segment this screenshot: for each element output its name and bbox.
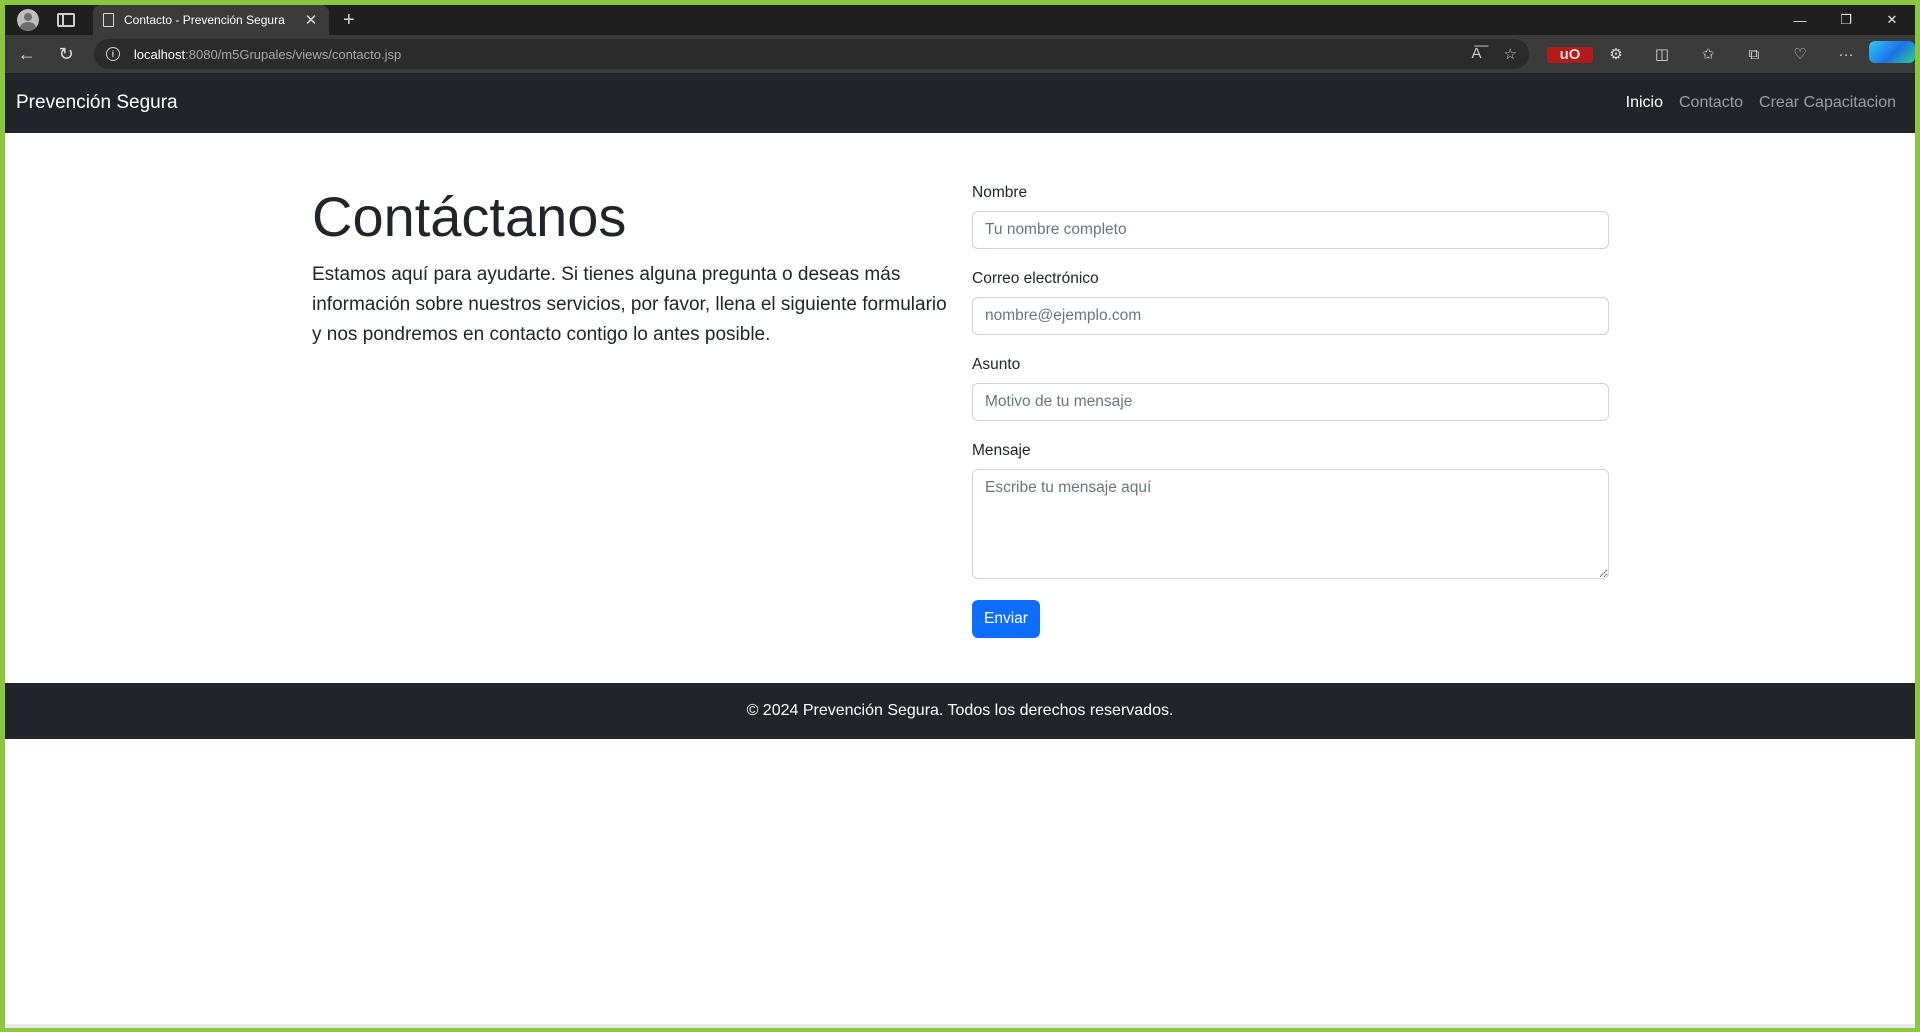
asunto-label: Asunto [972,356,1021,373]
favorite-star-icon[interactable]: ☆ [1504,45,1517,63]
nombre-input[interactable] [972,211,1609,249]
field-nombre: Nombre [972,183,1609,249]
brand-logo[interactable]: Prevención Segura [16,92,178,114]
correo-label: Correo electrónico [972,270,1099,287]
split-screen-icon[interactable]: ◫ [1639,45,1685,63]
address-bar-actions: A͞ ☆ [1472,45,1517,63]
nav-link-inicio[interactable]: Inicio [1618,94,1671,112]
intro-text: Estamos aquí para ayudarte. Si tienes al… [312,264,947,346]
browser-toolbar: ← ↻ i localhost:8080/m5Grupales/views/co… [5,35,1915,73]
nav-link-contacto[interactable]: Contacto [1671,94,1751,112]
tab-strip: Contacto - Prevención Segura ✕ + — ❐ ✕ [5,5,1915,35]
url-host: localhost [133,46,186,62]
more-icon[interactable]: ··· [1823,46,1869,63]
nombre-label: Nombre [972,184,1028,201]
enviar-button[interactable]: Enviar [972,600,1040,638]
minimize-icon[interactable]: — [1777,5,1823,35]
site-info-icon[interactable]: i [105,47,120,61]
site-navbar: Prevención Segura Inicio Contacto Crear … [5,73,1915,133]
browser-window: Contacto - Prevención Segura ✕ + — ❐ ✕ ←… [5,5,1915,1028]
ublock-icon[interactable]: uO [1546,46,1593,63]
extensions-icon[interactable]: ⚙ [1593,45,1639,63]
field-mensaje: Mensaje [972,441,1609,584]
page-icon [103,13,114,27]
browser-essentials-icon[interactable]: ♡ [1777,45,1823,63]
restore-icon[interactable]: ❐ [1823,5,1869,35]
field-asunto: Asunto [972,355,1609,421]
window-controls: — ❐ ✕ [1777,5,1915,35]
page-title: Contáctanos [312,185,627,248]
nav-links: Inicio Contacto Crear Capacitacion [1618,94,1904,112]
browser-tab-active[interactable]: Contacto - Prevención Segura ✕ [93,5,329,35]
back-icon[interactable]: ← [9,39,44,69]
favorites-icon[interactable]: ✩ [1685,45,1731,63]
asunto-input[interactable] [972,383,1609,421]
address-bar[interactable]: i localhost:8080/m5Grupales/views/contac… [93,39,1529,69]
tab-title: Contacto - Prevención Segura [124,13,285,27]
collections-icon[interactable]: ⧉ [1731,46,1777,63]
tab-actions-icon[interactable] [57,13,75,27]
profile-avatar-icon[interactable] [17,9,39,31]
window-bottom-edge [5,1024,1915,1028]
nav-link-crear-capacitacion[interactable]: Crear Capacitacion [1751,94,1904,112]
read-aloud-icon[interactable]: A͞ [1472,45,1482,63]
footer-text: © 2024 Prevención Segura. Todos los dere… [746,702,1174,719]
contact-form: Nombre Correo electrónico Asunto Mensaje… [972,183,1609,638]
main-content: Contáctanos Estamos aquí para ayudarte. … [5,133,1915,683]
mensaje-label: Mensaje [972,442,1031,459]
contact-intro: Contáctanos Estamos aquí para ayudarte. … [312,183,957,350]
url-path: :8080/m5Grupales/views/contacto.jsp [185,46,402,62]
toolbar-icons: uO ⚙ ◫ ✩ ⧉ ♡ ··· [1546,41,1915,67]
new-tab-icon[interactable]: + [343,10,355,30]
refresh-icon[interactable]: ↻ [48,39,83,69]
mensaje-textarea[interactable] [972,469,1609,579]
site-footer: © 2024 Prevención Segura. Todos los dere… [5,683,1915,739]
field-correo: Correo electrónico [972,269,1609,335]
copilot-icon[interactable] [1868,41,1915,67]
close-window-icon[interactable]: ✕ [1869,5,1915,35]
tab-close-icon[interactable]: ✕ [303,11,319,29]
email-input[interactable] [972,297,1609,335]
